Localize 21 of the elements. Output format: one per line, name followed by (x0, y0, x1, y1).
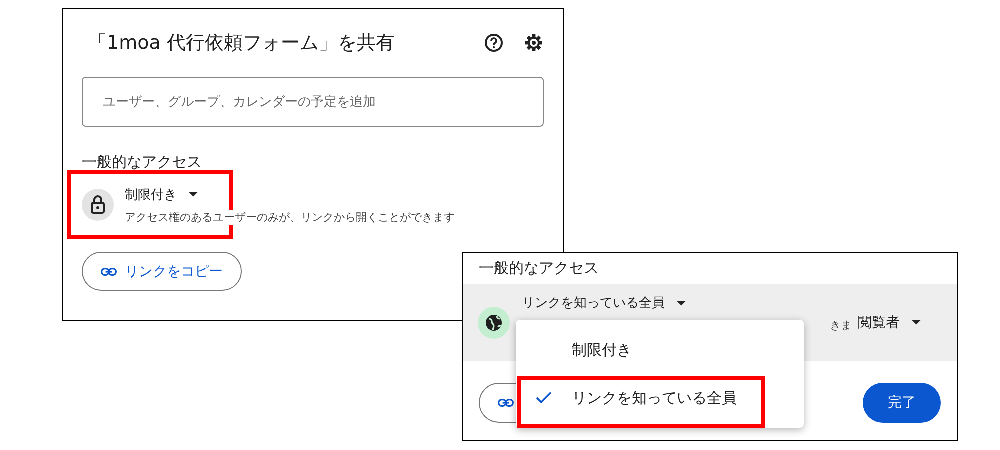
link-icon (498, 399, 514, 407)
link-icon (101, 268, 117, 276)
dropdown-caret-icon[interactable] (189, 192, 198, 197)
access-description: きま (830, 319, 852, 332)
dropdown-caret-icon[interactable] (912, 320, 921, 325)
dropdown-caret-icon[interactable] (677, 300, 686, 306)
add-people-field[interactable]: ユーザー、グループ、カレンダーの予定を追加 (82, 77, 544, 127)
check-icon (535, 391, 553, 405)
access-description: アクセス権のあるユーザーのみが、リンクから開くことができます (125, 210, 455, 224)
section-heading: 一般的なアクセス (82, 153, 203, 172)
settings-icon[interactable] (524, 33, 544, 53)
section-heading: 一般的なアクセス (479, 259, 600, 278)
dialog-title: 「1moa 代行依頼フォーム」を共有 (88, 31, 396, 56)
done-button[interactable]: 完了 (863, 383, 941, 423)
help-icon[interactable] (484, 33, 504, 53)
copy-link-button[interactable]: リンクをコピー (82, 252, 242, 291)
menu-item[interactable]: 制限付き (516, 326, 804, 374)
menu-item[interactable]: リンクを知っている全員 (516, 374, 804, 422)
access-dropdown-label[interactable]: リンクを知っている全員 (522, 294, 665, 312)
access-dropdown-label[interactable]: 制限付き (125, 186, 177, 204)
role-dropdown-label[interactable]: 閲覧者 (858, 314, 900, 332)
